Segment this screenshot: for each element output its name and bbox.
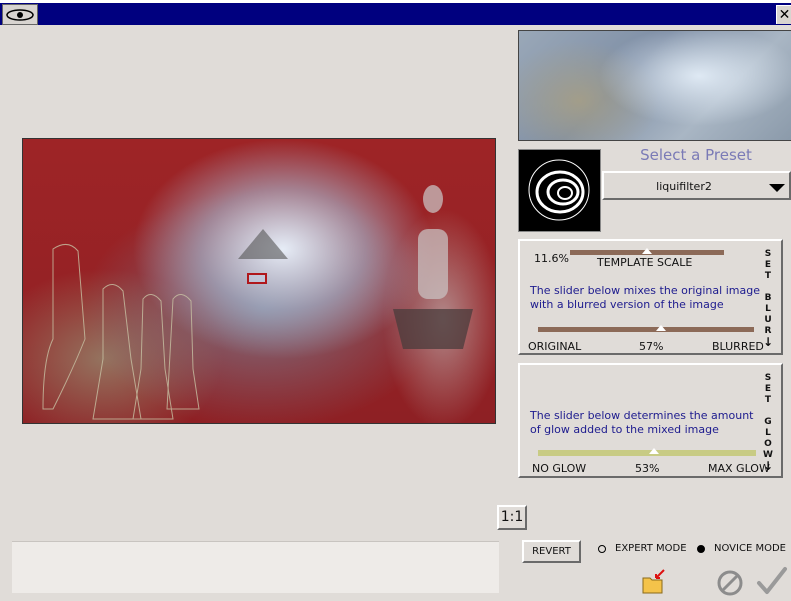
preset-swirl-icon[interactable] — [518, 149, 601, 232]
set-blur-letter: B — [764, 293, 772, 303]
selection-marker[interactable] — [247, 273, 267, 284]
cancel-button[interactable] — [716, 569, 744, 601]
set-blur-letter: T — [764, 271, 772, 281]
set-blur-letter: E — [764, 260, 772, 270]
template-scale-value: 11.6% — [534, 252, 569, 265]
ok-button[interactable] — [756, 566, 788, 600]
set-glow-letter: L — [765, 428, 771, 438]
folder-open-icon — [642, 569, 665, 594]
status-area — [12, 541, 499, 593]
open-folder-button[interactable] — [640, 568, 668, 600]
novice-mode-label: NOVICE MODE — [714, 543, 786, 554]
preset-selected-value: liquifilter2 — [656, 180, 712, 193]
set-blur-letter: L — [765, 304, 771, 314]
set-blur-spacer — [763, 282, 773, 293]
title-bar — [0, 0, 791, 25]
galaxy-logo-icon — [6, 9, 34, 21]
preset-dropdown[interactable]: liquifilter2 — [602, 171, 791, 200]
blur-mix-handle[interactable] — [656, 325, 667, 331]
set-blur-letter: U — [764, 315, 772, 325]
glow-description-line2: of glow added to the mixed image — [530, 423, 719, 436]
glow-value: 53% — [635, 462, 660, 475]
template-scale-handle[interactable] — [642, 248, 652, 254]
chevron-down-icon[interactable] — [769, 184, 785, 192]
set-glow-letter: S — [764, 373, 772, 383]
cancel-icon — [717, 570, 743, 596]
blur-description-line2: with a blurred version of the image — [530, 298, 724, 311]
original-label: ORIGINAL — [528, 340, 582, 353]
glow-handle[interactable] — [648, 448, 659, 454]
max-glow-label: MAX GLOW — [708, 462, 770, 475]
set-glow-button[interactable]: S E T G L O W ↓ — [763, 373, 773, 472]
title-bar-top-edge — [0, 0, 791, 3]
arrow-down-icon: ↓ — [763, 335, 774, 349]
template-scale-label: TEMPLATE SCALE — [597, 256, 693, 269]
set-glow-spacer — [763, 406, 773, 417]
actual-size-button[interactable]: 1:1 — [497, 505, 527, 530]
close-button[interactable]: ✕ — [776, 5, 791, 24]
expert-mode-label: EXPERT MODE — [615, 543, 687, 554]
set-blur-letter: S — [764, 249, 772, 259]
blurred-label: BLURRED — [712, 340, 764, 353]
glow-slider[interactable] — [538, 450, 756, 456]
blur-mix-slider[interactable] — [538, 327, 754, 332]
template-thumbnail — [518, 30, 791, 141]
no-glow-label: NO GLOW — [532, 462, 587, 475]
glow-panel: The slider below determines the amount o… — [518, 363, 783, 478]
select-preset-label: Select a Preset — [640, 146, 752, 164]
glow-description-line1: The slider below determines the amount — [530, 409, 754, 422]
set-blur-button[interactable]: S E T B L U R ↓ — [763, 249, 773, 348]
arrow-down-icon: ↓ — [763, 459, 774, 473]
blur-value: 57% — [639, 340, 664, 353]
blur-panel: 11.6% TEMPLATE SCALE The slider below mi… — [518, 239, 783, 355]
checkmark-icon — [757, 567, 787, 594]
blur-description-line1: The slider below mixes the original imag… — [530, 284, 760, 297]
swirl-icon — [528, 159, 590, 221]
novice-mode-radio[interactable] — [697, 545, 705, 553]
app-icon[interactable] — [2, 4, 38, 25]
set-glow-letter: E — [764, 384, 772, 394]
expert-mode-radio[interactable] — [598, 545, 606, 553]
revert-button[interactable]: REVERT — [522, 540, 581, 563]
set-glow-letter: G — [764, 417, 772, 427]
set-glow-letter: T — [764, 395, 772, 405]
set-glow-letter: O — [764, 439, 772, 449]
